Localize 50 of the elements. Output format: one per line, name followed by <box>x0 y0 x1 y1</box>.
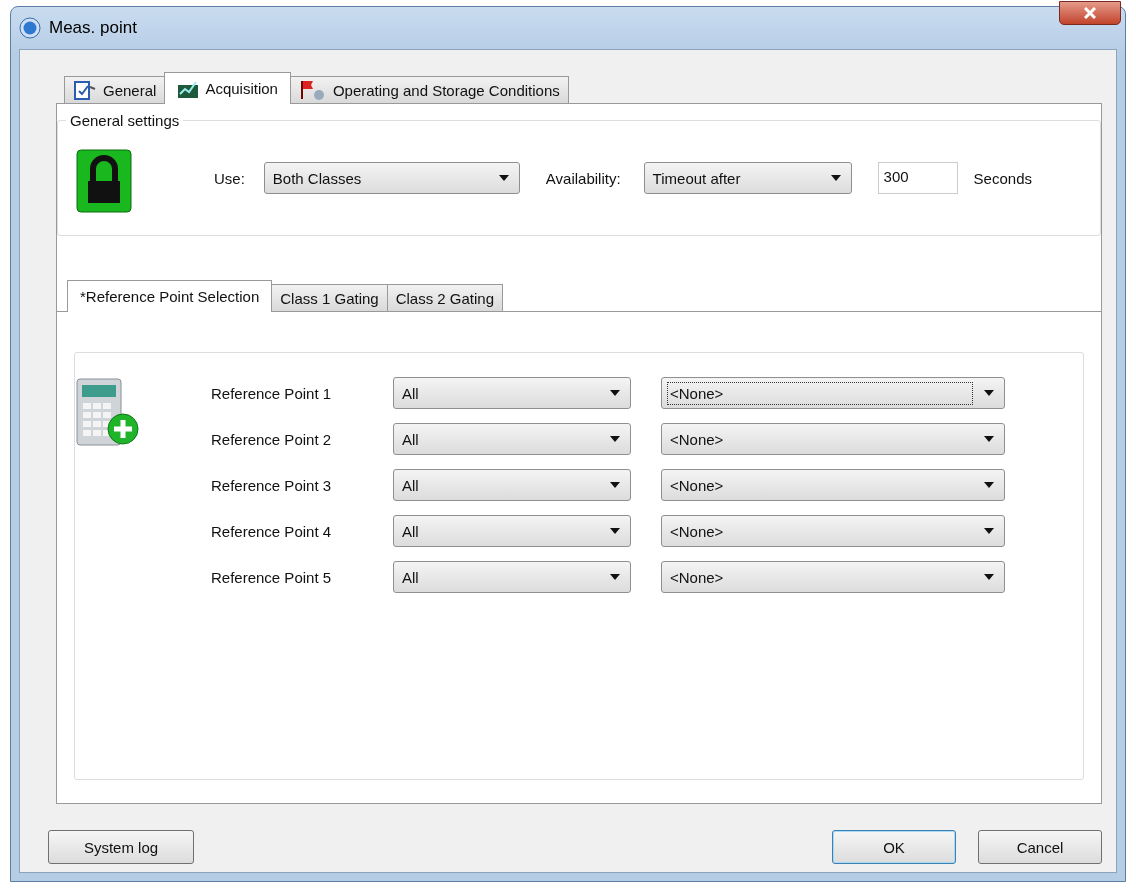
dropdown-arrow-icon <box>498 175 509 181</box>
reference-point-dropdown[interactable]: <None> <box>661 561 1005 593</box>
window-title: Meas. point <box>49 18 137 38</box>
group-title: General settings <box>66 112 184 129</box>
dropdown-arrow-icon <box>610 482 620 488</box>
dialog-button[interactable]: System log <box>48 830 194 864</box>
reference-point-dropdown[interactable]: <None> <box>661 423 1005 455</box>
use-label: Use: <box>214 169 245 187</box>
dropdown-arrow-icon <box>610 436 620 442</box>
tab[interactable]: Acquisition <box>164 72 291 104</box>
close-button[interactable] <box>1059 1 1121 25</box>
reference-point-label: Reference Point 5 <box>211 568 333 586</box>
tab[interactable]: Class 2 Gating <box>386 284 504 311</box>
timeout-field[interactable]: 300 <box>877 162 958 194</box>
reference-point-dropdown[interactable]: <None> <box>661 377 1005 409</box>
tab[interactable]: General <box>64 76 166 103</box>
filter-dropdown[interactable]: All <box>393 469 631 501</box>
app-icon <box>19 17 41 39</box>
reference-point-label: Reference Point 3 <box>211 476 333 494</box>
dropdown-arrow-icon <box>984 528 994 534</box>
dialog-button[interactable]: OK <box>832 830 956 864</box>
tab[interactable]: *Reference Point Selection <box>67 280 273 312</box>
dropdown-arrow-icon <box>610 528 620 534</box>
filter-dropdown[interactable]: All <box>393 515 631 547</box>
reference-point-dropdown[interactable]: <None> <box>661 515 1005 547</box>
dropdown-arrow-icon <box>984 436 994 442</box>
flag-icon <box>298 79 327 101</box>
tab[interactable]: Operating and Storage Conditions <box>289 76 569 103</box>
reference-point-label: Reference Point 4 <box>211 522 333 540</box>
reference-point-dropdown[interactable]: <None> <box>661 469 1005 501</box>
dropdown-arrow-icon <box>610 574 620 580</box>
dropdown-arrow-icon <box>984 482 994 488</box>
dropdown-arrow-icon <box>984 574 994 580</box>
dropdown-arrow-icon <box>830 175 841 181</box>
filter-dropdown[interactable]: All <box>393 561 631 593</box>
availability-dropdown[interactable]: Timeout after <box>643 162 852 194</box>
close-icon <box>1084 7 1096 19</box>
dropdown-arrow-icon <box>610 390 620 396</box>
filter-dropdown[interactable]: All <box>393 377 631 409</box>
padlock-icon <box>76 149 132 215</box>
reference-point-label: Reference Point 1 <box>211 384 333 402</box>
clipboard-icon <box>73 79 97 101</box>
use-dropdown[interactable]: Both Classes <box>263 162 520 194</box>
dialog-button[interactable]: Cancel <box>978 830 1102 864</box>
dropdown-arrow-icon <box>984 390 994 396</box>
availability-label: Availability: <box>545 169 621 187</box>
seconds-label: Seconds <box>973 169 1032 187</box>
reference-point-label: Reference Point 2 <box>211 430 333 448</box>
tab[interactable]: Class 1 Gating <box>271 284 388 311</box>
filter-dropdown[interactable]: All <box>393 423 631 455</box>
